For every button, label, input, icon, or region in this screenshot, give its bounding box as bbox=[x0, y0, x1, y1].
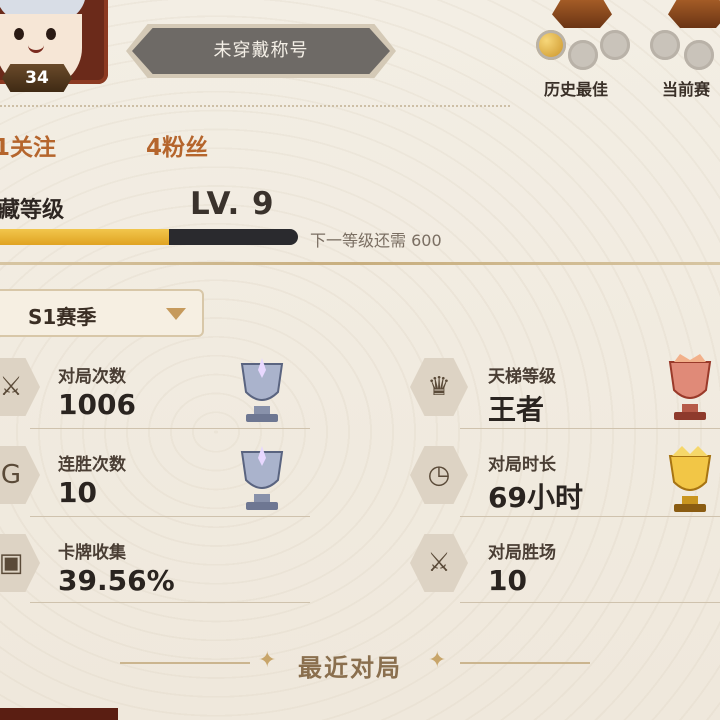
rank-dot-icon bbox=[568, 40, 598, 70]
avatar-eye-right bbox=[46, 28, 56, 40]
chevron-down-icon bbox=[166, 308, 186, 320]
stat-divider bbox=[460, 428, 720, 429]
silver-trophy-icon bbox=[232, 444, 292, 514]
stat-value-cards: 39.56% bbox=[58, 564, 175, 597]
stat-divider bbox=[30, 428, 310, 429]
best-rank-label: 历史最佳 bbox=[544, 80, 609, 99]
recent-matches-title: 最近对局 bbox=[298, 654, 402, 682]
stat-value-ladder: 王者 bbox=[488, 393, 545, 426]
followers-count[interactable]: 4粉丝 bbox=[146, 128, 208, 162]
stat-value-duration: 69小时 bbox=[488, 481, 583, 514]
gold-trophy-icon bbox=[660, 444, 720, 514]
avatar-eye-left bbox=[14, 28, 24, 40]
stat-label-duration: 对局时长 bbox=[488, 455, 556, 475]
sparkle-icon: ✦ bbox=[258, 648, 277, 673]
sparkle-icon: ✦ bbox=[428, 648, 447, 673]
silver-trophy-icon bbox=[232, 356, 292, 426]
title-plate[interactable]: 未穿戴称号 bbox=[132, 28, 390, 74]
stat-value-matches: 1006 bbox=[58, 388, 136, 421]
gold-divider bbox=[0, 262, 720, 265]
stat-label-ladder: 天梯等级 bbox=[488, 367, 556, 387]
season-dropdown-value: S1赛季 bbox=[28, 305, 97, 329]
stat-value-wins: 10 bbox=[488, 564, 527, 597]
background bbox=[0, 0, 720, 720]
stat-divider bbox=[460, 516, 720, 517]
flourish-right bbox=[460, 662, 590, 664]
rank-dot-icon bbox=[684, 40, 714, 70]
recent-match-card[interactable] bbox=[0, 708, 118, 720]
section-divider bbox=[0, 105, 510, 107]
stat-label-streak: 连胜次数 bbox=[58, 455, 126, 475]
following-count[interactable]: 1关注 bbox=[0, 128, 56, 162]
collection-level-value: LV. 9 bbox=[190, 186, 275, 222]
stat-label-wins: 对局胜场 bbox=[488, 543, 556, 563]
stat-divider bbox=[460, 602, 720, 603]
rank-dot-filled-icon bbox=[536, 30, 566, 60]
stat-label-cards: 卡牌收集 bbox=[58, 543, 126, 563]
stat-value-streak: 10 bbox=[58, 476, 97, 509]
xp-progress-fill bbox=[0, 229, 169, 245]
player-level-badge: 34 bbox=[2, 64, 72, 92]
xp-progress-bar bbox=[0, 229, 298, 245]
collection-level-label: 藏等级 bbox=[0, 198, 65, 223]
best-rank-emblem-icon bbox=[552, 0, 612, 28]
current-rank-label: 当前赛 bbox=[662, 80, 711, 99]
rank-dot-icon bbox=[600, 30, 630, 60]
red-trophy-icon bbox=[660, 352, 720, 422]
rank-dot-icon bbox=[650, 30, 680, 60]
next-level-hint: 下一等级还需 600 bbox=[310, 231, 442, 250]
flourish-left bbox=[120, 662, 250, 664]
stat-divider bbox=[30, 602, 310, 603]
stat-divider bbox=[30, 516, 310, 517]
stat-label-matches: 对局次数 bbox=[58, 367, 126, 387]
